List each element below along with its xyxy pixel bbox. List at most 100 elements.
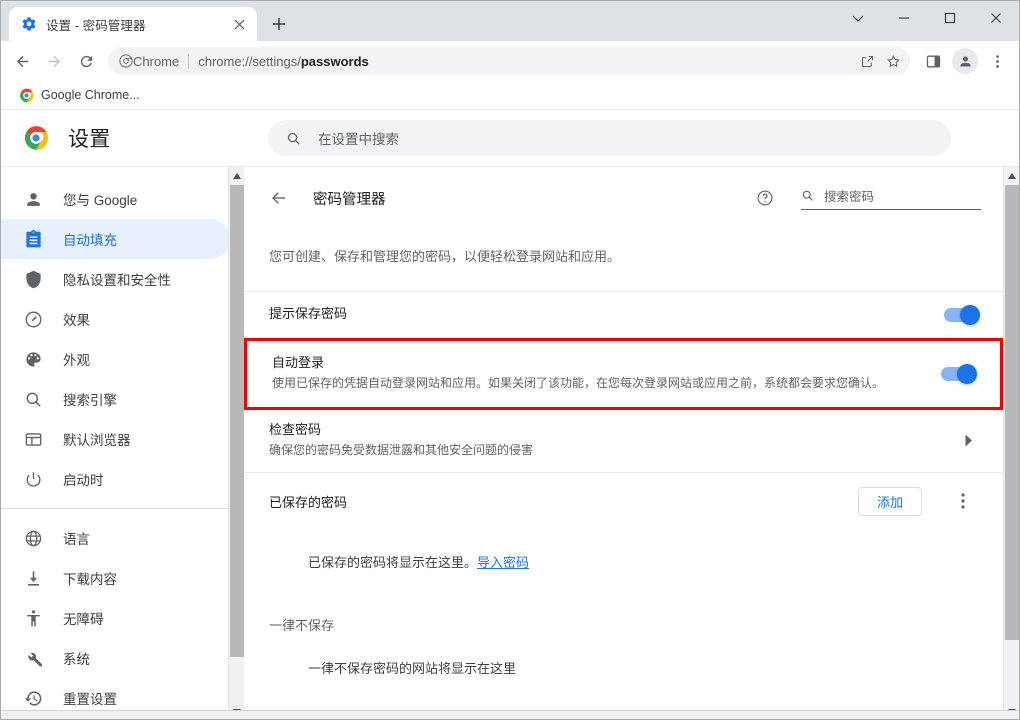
main-scrollbar[interactable] (1003, 167, 1019, 719)
shield-icon (24, 270, 43, 289)
auto-signin-toggle[interactable] (941, 363, 977, 384)
search-icon (286, 131, 301, 146)
sidebar-item-accessibility[interactable]: 无障碍 (1, 598, 230, 638)
speedometer-icon (24, 310, 43, 329)
person-icon (24, 190, 43, 209)
scroll-up-icon[interactable] (229, 167, 244, 184)
maximize-icon[interactable] (927, 1, 973, 35)
star-icon[interactable] (880, 48, 906, 74)
sidebar-scrollbar[interactable] (228, 167, 244, 719)
toggle-knob (957, 363, 977, 384)
chrome-menu-icon[interactable] (982, 46, 1012, 76)
settings-main-wrap: 密码管理器 搜索密码 您可创建、保存和管理您的密码，以便轻松登录网站和应用。 提… (244, 167, 1019, 719)
share-icon[interactable] (854, 48, 880, 74)
sidebar-label: 隐私设置和安全性 (63, 273, 171, 288)
offer-to-save-toggle[interactable] (944, 304, 980, 325)
clipboard-icon (24, 229, 43, 249)
search-icon (24, 390, 43, 409)
auto-signin-highlight-box: 自动登录 使用已保存的凭据自动登录网站和应用。如果关闭了该功能，在您每次登录网站… (244, 337, 1003, 410)
settings-sidebar: 您与 Google 自动填充 隐私设置和安全性 效果 外观 搜索引擎 默认浏览器… (1, 167, 244, 719)
add-password-button[interactable]: 添加 (858, 486, 922, 516)
sidebar-label: 系统 (63, 652, 90, 667)
settings-brand: 设置 (23, 123, 268, 153)
back-icon[interactable] (7, 46, 37, 76)
offer-to-save-passwords-row[interactable]: 提示保存密码 (244, 290, 1003, 338)
wrench-icon (24, 649, 43, 668)
sidebar-label: 自动填充 (63, 233, 117, 248)
row-title: 提示保存密码 (269, 306, 348, 322)
tab-strip: 设置 - 密码管理器 (1, 1, 1019, 41)
sidebar-label: 重置设置 (63, 692, 117, 707)
address-bar[interactable]: Chrome chrome://settings/passwords (108, 47, 910, 75)
help-circle-icon[interactable] (754, 187, 776, 209)
sidebar-label: 搜索引擎 (63, 393, 117, 408)
sidebar-item-autofill[interactable]: 自动填充 (1, 219, 230, 259)
sidebar-label: 效果 (63, 313, 90, 328)
password-search-input[interactable]: 搜索密码 (801, 186, 981, 210)
minimize-icon[interactable] (881, 1, 927, 35)
sidebar-item-performance[interactable]: 效果 (1, 299, 230, 339)
sidebar-item-you-and-google[interactable]: 您与 Google (1, 179, 230, 219)
sidebar-label: 默认浏览器 (63, 433, 131, 448)
browser-tab[interactable]: 设置 - 密码管理器 (9, 7, 257, 41)
power-icon (24, 470, 43, 489)
window-bottom-strip (1, 710, 1019, 719)
url-text: chrome://settings/passwords (198, 54, 854, 69)
sidebar-label: 下载内容 (63, 572, 117, 587)
tab-search-icon[interactable] (835, 1, 881, 35)
bookmarks-bar: Google Chrome... (1, 81, 1019, 110)
row-text: 提示保存密码 (269, 304, 944, 324)
sidebar-label: 无障碍 (63, 612, 104, 627)
sidebar-label: 外观 (63, 353, 90, 368)
sidebar-label: 语言 (63, 532, 90, 547)
sidebar-item-system[interactable]: 系统 (1, 638, 230, 678)
password-search-placeholder: 搜索密码 (824, 190, 875, 204)
window-controls (835, 1, 1019, 35)
saved-passwords-empty: 已保存的密码将显示在这里。导入密码 (244, 530, 1003, 593)
sidebar-item-privacy-security[interactable]: 隐私设置和安全性 (1, 259, 230, 299)
sidebar-item-downloads[interactable]: 下载内容 (1, 558, 230, 598)
gear-icon (21, 16, 37, 32)
profile-avatar[interactable] (952, 48, 978, 74)
history-icon (24, 689, 43, 708)
omnibox-divider (188, 53, 190, 69)
sidebar-label: 启动时 (63, 473, 104, 488)
chevron-right-icon[interactable] (958, 431, 978, 451)
bookmark-item[interactable]: Google Chrome... (11, 85, 148, 106)
never-saved-label: 一律不保存 (269, 617, 335, 633)
row-text: 自动登录 使用已保存的凭据自动登录网站和应用。如果关闭了该功能，在您每次登录网站… (272, 353, 941, 394)
sidebar-item-appearance[interactable]: 外观 (1, 339, 230, 379)
more-vert-icon[interactable] (948, 486, 978, 516)
close-window-icon[interactable] (973, 1, 1019, 35)
settings-search-placeholder: 在设置中搜索 (318, 132, 399, 147)
row-subtitle: 使用已保存的凭据自动登录网站和应用。如果关闭了该功能，在您每次登录网站或应用之前… (272, 376, 885, 391)
browser-icon (24, 430, 43, 449)
sidebar-item-search-engine[interactable]: 搜索引擎 (1, 379, 230, 419)
arrow-left-icon[interactable] (269, 188, 289, 208)
globe-icon (24, 529, 43, 548)
password-manager-title: 密码管理器 (313, 191, 386, 208)
close-icon[interactable] (229, 14, 249, 34)
sidebar-scroll-thumb[interactable] (230, 185, 244, 657)
page-title: 设置 (68, 128, 111, 151)
import-passwords-link[interactable]: 导入密码 (477, 555, 529, 570)
new-tab-button[interactable] (265, 10, 293, 38)
forward-icon[interactable] (39, 46, 69, 76)
tab-title: 设置 - 密码管理器 (46, 18, 146, 33)
settings-search-input[interactable]: 在设置中搜索 (268, 120, 951, 156)
scroll-up-icon[interactable] (1004, 167, 1019, 184)
main-scroll-thumb[interactable] (1005, 185, 1019, 640)
password-manager-intro: 您可创建、保存和管理您的密码，以便轻松登录网站和应用。 (269, 249, 621, 264)
scheme-label: Chrome (133, 53, 180, 69)
side-panel-icon[interactable] (918, 46, 948, 76)
url-prefix: chrome://settings/ (198, 53, 301, 69)
check-passwords-row[interactable]: 检查密码 确保您的密码免受数据泄露和其他安全问题的侵害 (244, 410, 1003, 472)
sidebar-label: 您与 Google (63, 193, 138, 208)
sidebar-item-on-startup[interactable]: 启动时 (1, 459, 230, 499)
bookmark-label: Google Chrome... (41, 88, 140, 102)
reload-icon[interactable] (71, 46, 101, 76)
sidebar-item-languages[interactable]: 语言 (1, 518, 230, 558)
sidebar-item-default-browser[interactable]: 默认浏览器 (1, 419, 230, 459)
auto-signin-row[interactable]: 自动登录 使用已保存的凭据自动登录网站和应用。如果关闭了该功能，在您每次登录网站… (247, 341, 1000, 407)
search-icon (801, 189, 814, 202)
